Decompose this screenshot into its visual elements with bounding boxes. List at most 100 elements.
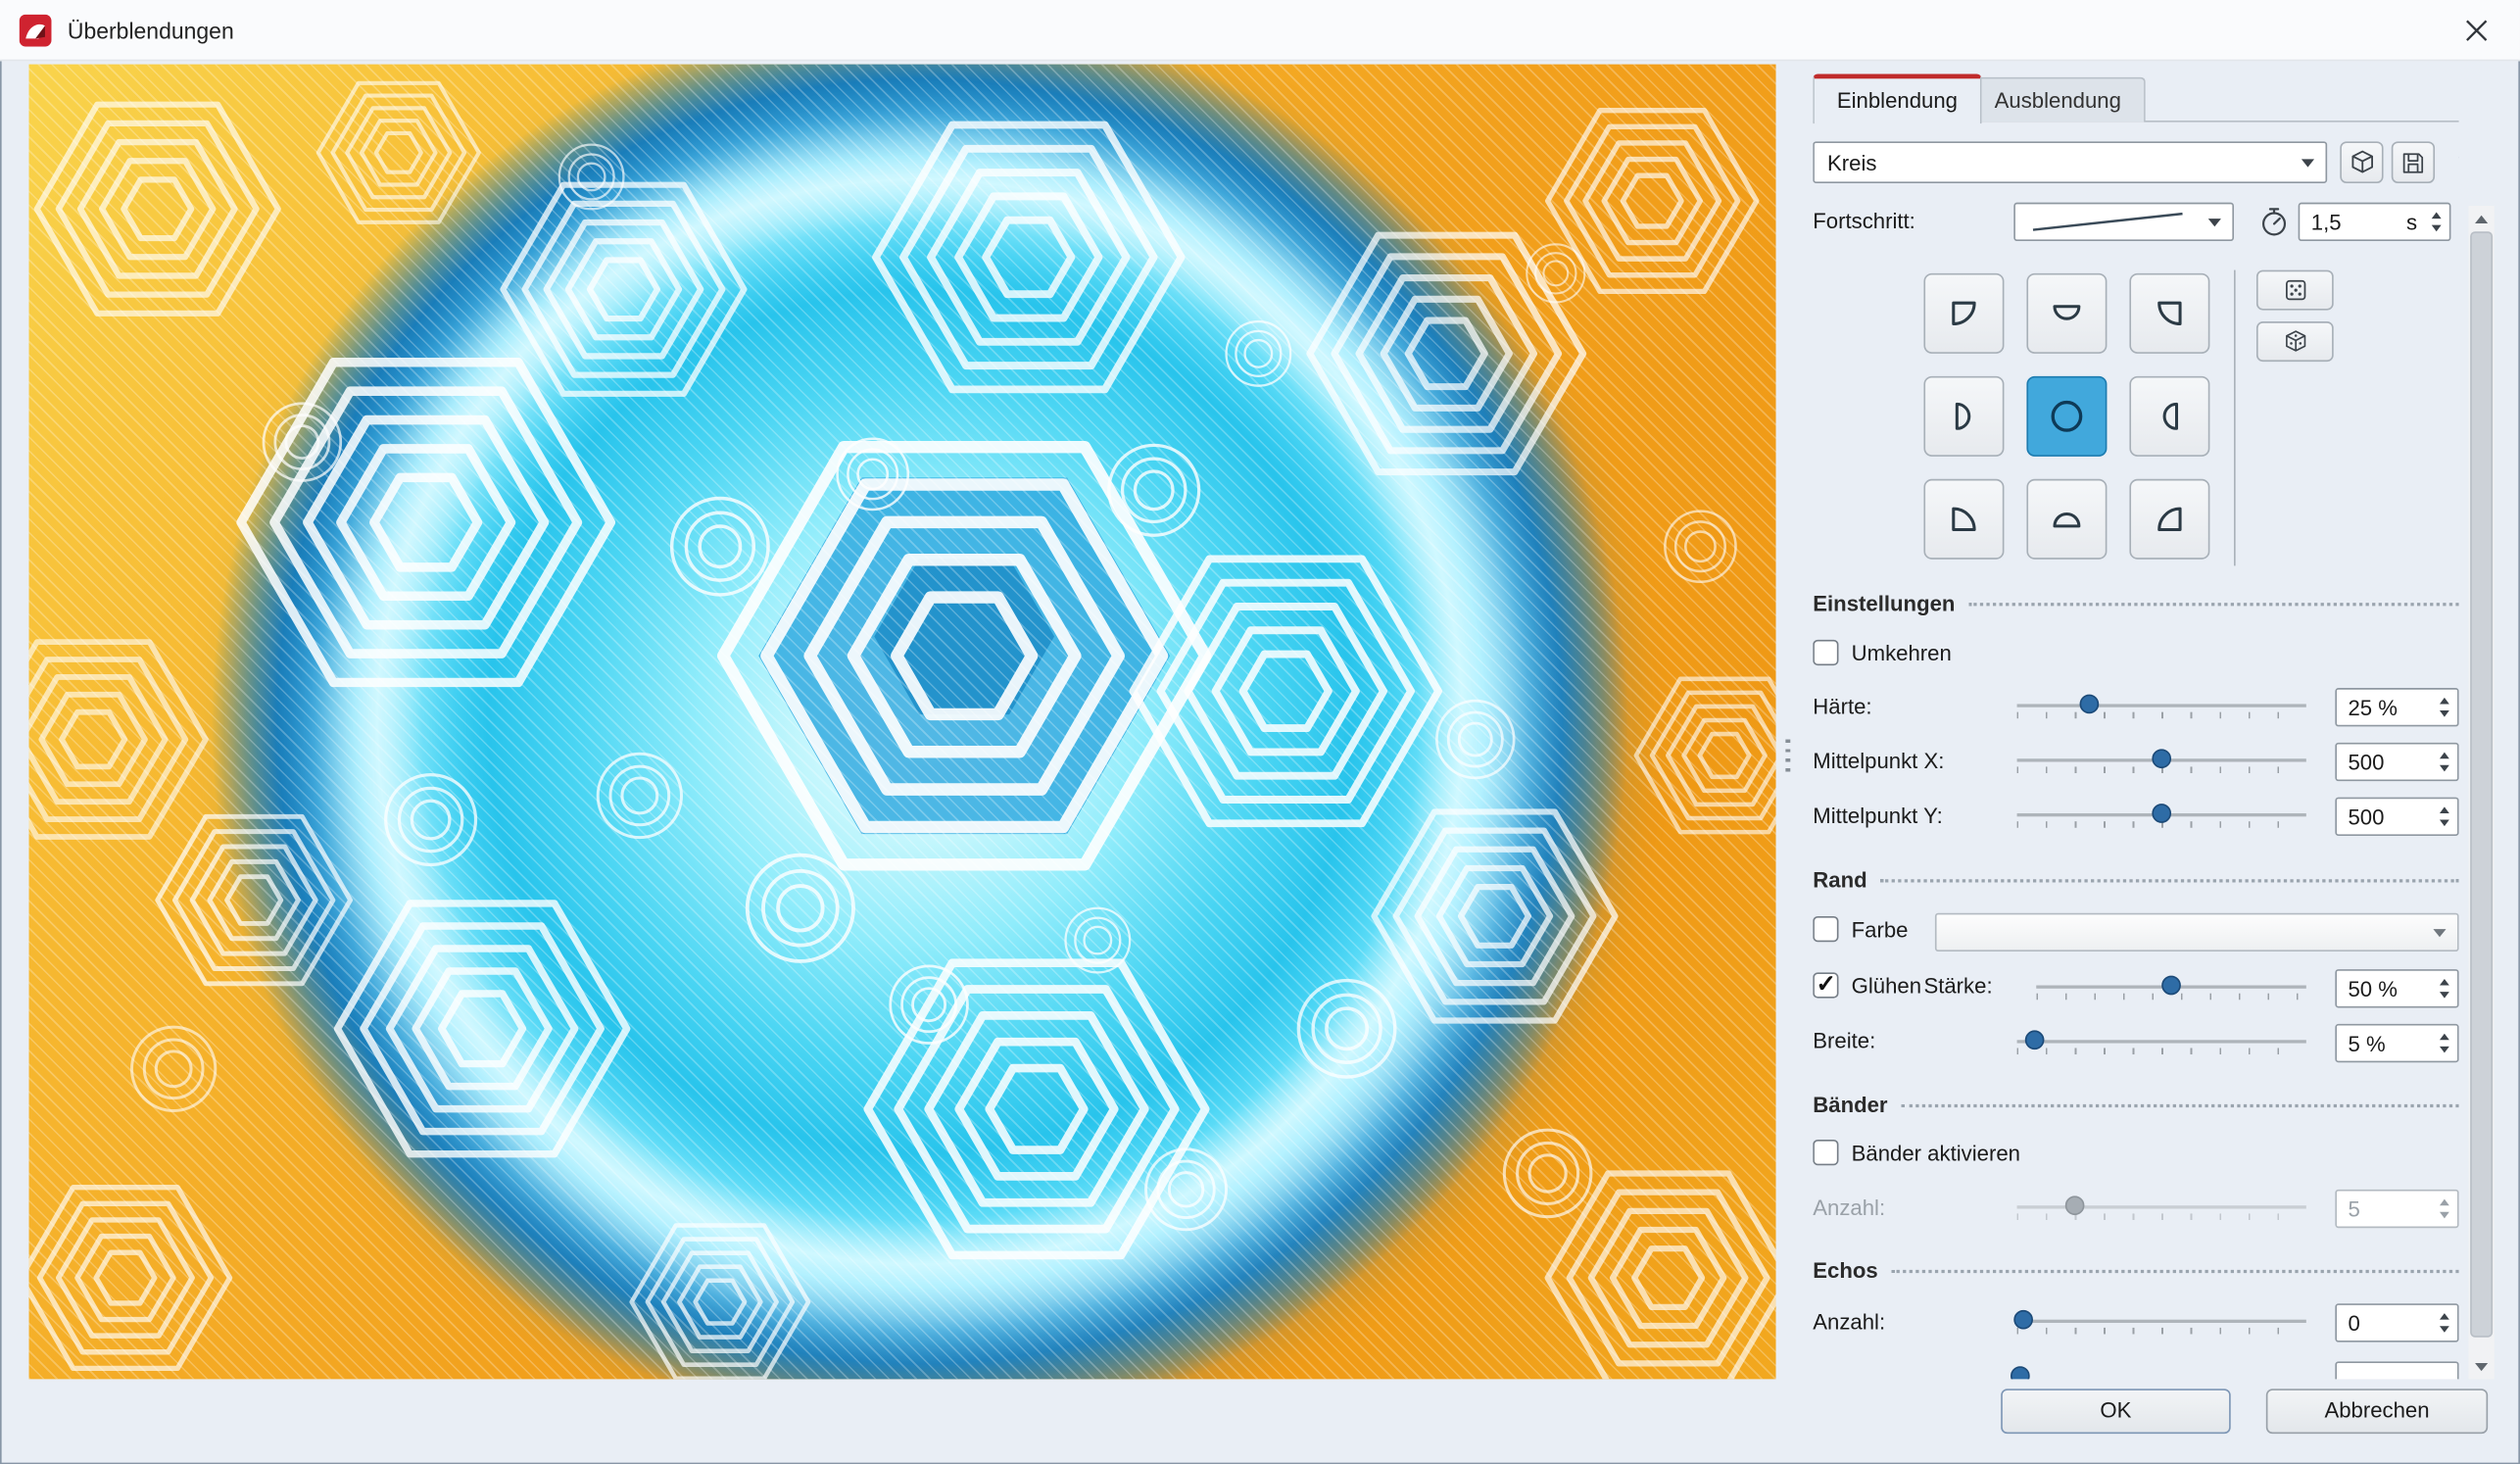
preset-package-button[interactable]: [2340, 141, 2383, 183]
diagonal-hatch-overlay: [29, 65, 1776, 1380]
wipe-direction-top-right[interactable]: [2129, 273, 2209, 354]
farbe-checkbox[interactable]: [1813, 916, 1838, 942]
spinner-arrows[interactable]: [2435, 1308, 2454, 1338]
spin-down-icon[interactable]: [2427, 221, 2447, 236]
scroll-up-icon[interactable]: [2469, 206, 2495, 230]
spinner-arrows[interactable]: [2435, 693, 2454, 722]
breite-spinbox[interactable]: 5 %: [2335, 1024, 2458, 1062]
spinner-arrows[interactable]: [2435, 748, 2454, 777]
slider-thumb[interactable]: [2013, 1310, 2033, 1330]
spin-up-icon[interactable]: [2435, 693, 2454, 708]
cube-icon: [2348, 148, 2377, 177]
staerke-slider[interactable]: [2036, 972, 2306, 1004]
scrollbar-thumb[interactable]: [2470, 231, 2493, 1338]
ok-button[interactable]: OK: [2001, 1389, 2231, 1434]
preset-combobox[interactable]: Kreis: [1813, 141, 2327, 183]
mittelpunkt-y-slider[interactable]: [2017, 801, 2306, 833]
progress-curve-combobox[interactable]: [2013, 203, 2234, 241]
baender-anzahl-label: Anzahl:: [1813, 1196, 1885, 1220]
floppy-save-icon: [2399, 149, 2427, 176]
partial-next-slider[interactable]: [2017, 1363, 2306, 1379]
delete-preset-button[interactable]: [2447, 141, 2459, 183]
tab-ausblendung[interactable]: Ausblendung: [1970, 77, 2146, 122]
partial-next-spinbox[interactable]: [2335, 1361, 2458, 1379]
duration-spinbox[interactable]: 1,5 s: [2299, 203, 2451, 241]
app-icon: [20, 14, 52, 46]
random-3d-dice-button[interactable]: [2256, 321, 2334, 362]
spin-up-icon[interactable]: [2427, 208, 2447, 222]
cancel-button[interactable]: Abbrechen: [2266, 1389, 2488, 1434]
gluehen-checkbox[interactable]: [1813, 972, 1838, 998]
mittelpunkt-y-spinbox[interactable]: 500: [2335, 798, 2458, 836]
save-preset-button[interactable]: [2392, 141, 2435, 183]
slider-thumb[interactable]: [2161, 976, 2181, 996]
spin-down-icon[interactable]: [2435, 989, 2454, 1003]
tab-einblendung[interactable]: Einblendung: [1813, 73, 1981, 123]
wipe-direction-top[interactable]: [2026, 273, 2107, 354]
umkehren-checkbox[interactable]: [1813, 640, 1838, 665]
wipe-direction-bottom-right[interactable]: [2129, 479, 2209, 560]
slider-thumb: [2065, 1196, 2085, 1215]
spin-up-icon[interactable]: [2435, 1308, 2454, 1323]
wipe-right-icon: [2149, 396, 2191, 438]
farbe-label: Farbe: [1852, 918, 1909, 943]
echos-anzahl-value: 0: [2348, 1311, 2359, 1336]
spin-up-icon[interactable]: [2435, 748, 2454, 762]
ueberblendungen-dialog: Überblendungen: [0, 0, 2520, 1464]
dice-3d-icon: [2281, 328, 2308, 356]
wipe-direction-top-left[interactable]: [1923, 273, 2004, 354]
mittelpunkt-x-slider[interactable]: [2017, 746, 2306, 778]
wipe-center-circle-icon: [2046, 396, 2088, 438]
wipe-left-icon: [1943, 396, 1985, 438]
breite-slider[interactable]: [2017, 1027, 2306, 1059]
spin-down-icon[interactable]: [2435, 816, 2454, 831]
slider-thumb[interactable]: [2080, 695, 2100, 714]
slider-thumb[interactable]: [2024, 1030, 2044, 1049]
staerke-spinbox[interactable]: 50 %: [2335, 969, 2458, 1007]
baender-aktivieren-checkbox[interactable]: [1813, 1140, 1838, 1165]
stopwatch-icon: [2258, 206, 2291, 238]
haerte-value: 25 %: [2348, 695, 2397, 719]
echos-anzahl-spinbox[interactable]: 0: [2335, 1303, 2458, 1342]
grid-separator: [2234, 270, 2236, 566]
duration-value: 1,5: [2311, 210, 2342, 234]
slider-thumb[interactable]: [2011, 1366, 2030, 1379]
spin-up-icon[interactable]: [2435, 803, 2454, 817]
haerte-spinbox[interactable]: 25 %: [2335, 688, 2458, 726]
spin-up-icon[interactable]: [2435, 1029, 2454, 1044]
mittelpunkt-x-spinbox[interactable]: 500: [2335, 743, 2458, 781]
close-button[interactable]: [2452, 6, 2500, 54]
spin-down-icon[interactable]: [2435, 1323, 2454, 1338]
gluehen-label: Glühen: [1852, 974, 1921, 999]
spin-down-icon: [2435, 1209, 2454, 1224]
spin-up-icon[interactable]: [2435, 974, 2454, 989]
spin-down-icon[interactable]: [2435, 762, 2454, 777]
rand-farbe-color-dropdown[interactable]: [1935, 913, 2459, 952]
panel-splitter-handle[interactable]: [1785, 740, 1790, 775]
wipe-bottom-left-icon: [1943, 498, 1985, 540]
wipe-direction-right[interactable]: [2129, 376, 2209, 457]
wipe-direction-center[interactable]: [2026, 376, 2107, 457]
spin-down-icon[interactable]: [2435, 1044, 2454, 1058]
random-direction-button[interactable]: [2256, 270, 2334, 311]
spinner-arrows[interactable]: [2435, 1029, 2454, 1058]
echos-anzahl-slider[interactable]: [2017, 1307, 2306, 1340]
slider-thumb[interactable]: [2152, 749, 2171, 768]
spinner-arrows[interactable]: [2435, 803, 2454, 832]
slider-thumb[interactable]: [2152, 804, 2171, 823]
spin-up-icon: [2435, 1195, 2454, 1209]
spin-down-icon[interactable]: [2435, 708, 2454, 722]
panel-scrollbar[interactable]: [2469, 206, 2495, 1379]
transition-settings-panel: Einblendung Ausblendung Kreis Fortschrit…: [1813, 65, 2458, 1380]
haerte-label: Härte:: [1813, 695, 1871, 719]
mittelpunkt-y-label: Mittelpunkt Y:: [1813, 804, 1943, 828]
scroll-down-icon[interactable]: [2469, 1355, 2495, 1380]
wipe-direction-bottom-left[interactable]: [1923, 479, 2004, 560]
spinner-arrows[interactable]: [2435, 974, 2454, 1003]
spinner-arrows[interactable]: [2427, 208, 2447, 237]
slider-ticks: [2017, 1048, 2306, 1054]
haerte-slider[interactable]: [2017, 691, 2306, 723]
close-icon: [2465, 19, 2488, 41]
wipe-direction-bottom[interactable]: [2026, 479, 2107, 560]
wipe-direction-left[interactable]: [1923, 376, 2004, 457]
